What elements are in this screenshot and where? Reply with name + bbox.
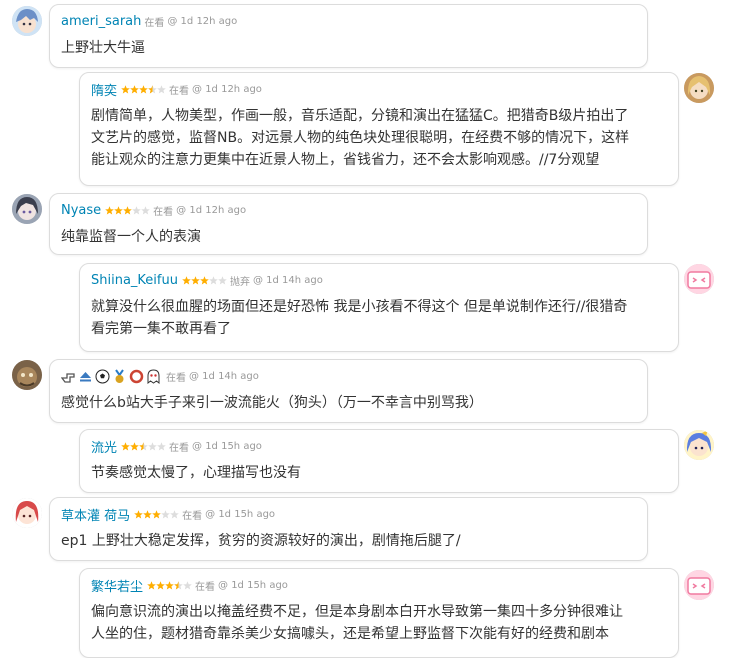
comment-text: 偏向意识流的演出以掩盖经费不足，但是本身剧本白开水导致第一集四十多分钟很难让 人坐…	[91, 601, 623, 645]
ghost-icon	[146, 368, 161, 384]
avatar[interactable]	[12, 194, 42, 224]
avatar[interactable]	[684, 430, 714, 460]
medal-icon	[112, 368, 127, 384]
timestamp: @ 1d 15h ago	[205, 508, 276, 520]
comment-bubble: 隋奕 在看 @ 1d 12h ago 剧情简单，人物美型，作画一般，音乐适配，分镜和演…	[79, 72, 679, 186]
comment-header: 流光 在看 @ 1d 15h ago	[91, 437, 262, 456]
timestamp: @ 1d 12h ago	[176, 204, 247, 216]
comment-bubble: 草本灌 荷马 在看 @ 1d 15h ago ep1 上野壮大稳定发挥，贫穷的资源较好…	[49, 497, 648, 561]
avatar[interactable]	[12, 498, 42, 528]
comment-text: 就算没什么很血腥的场面但还是好恐怖 我是小孩看不得这个 但是单说制作还行//很猎…	[91, 296, 627, 340]
username-link[interactable]: ameri_sarah	[61, 14, 141, 29]
eject-icon	[78, 369, 93, 384]
hand-pointing-icon	[60, 369, 76, 384]
watch-status: 抛弃	[229, 276, 250, 288]
ring-icon	[129, 369, 144, 384]
comment-header: 草本灌 荷马 在看 @ 1d 15h ago	[61, 505, 276, 524]
soccer-ball-icon	[95, 369, 110, 384]
username-link[interactable]: Shiina_Keifuu	[91, 273, 178, 288]
watch-status: 在看	[153, 206, 174, 218]
watch-status: 在看	[169, 442, 190, 454]
comment-header: 在看 @ 1d 14h ago	[60, 367, 259, 385]
username-link[interactable]: 草本灌 荷马	[61, 505, 130, 524]
username-link[interactable]: 流光	[91, 437, 117, 456]
avatar[interactable]	[12, 6, 42, 36]
comment-text-line: 偏向意识流的演出以掩盖经费不足，但是本身剧本白开水导致第一集四十多分钟很难让	[91, 604, 623, 620]
timestamp: @ 1d 12h ago	[167, 15, 238, 27]
watch-status: 在看	[182, 510, 203, 522]
comment-text-line: ep1 上野壮大稳定发挥，贫穷的资源较好的演出，剧情拖后腿了/	[61, 533, 461, 549]
comment-text: 感觉什么b站大手子来引一波流能火（狗头）（万一不幸言中别骂我）	[61, 392, 483, 414]
star-rating	[121, 441, 166, 451]
star-rating	[147, 580, 192, 590]
timestamp: @ 1d 14h ago	[252, 274, 323, 286]
comment-text-line: 能让观众的注意力更集中在近景人物上，省钱省力，还不会太影响观感。//7分观望	[91, 152, 600, 168]
star-rating	[134, 509, 179, 519]
comment-bubble: 流光 在看 @ 1d 15h ago 节奏感觉太慢了，心理描写也没有	[79, 429, 679, 493]
username-link[interactable]: Nyase	[61, 203, 101, 218]
avatar[interactable]	[12, 360, 42, 390]
comment-text: 纯靠监督一个人的表演	[61, 226, 201, 248]
star-rating	[182, 275, 227, 285]
comment-bubble: Nyase 在看 @ 1d 12h ago 纯靠监督一个人的表演	[49, 193, 648, 255]
comment-text-line: 节奏感觉太慢了，心理描写也没有	[91, 465, 301, 481]
comment-bubble: Shiina_Keifuu 抛弃 @ 1d 14h ago 就算没什么很血腥的场面但还…	[79, 263, 679, 352]
timestamp: @ 1d 12h ago	[192, 83, 262, 95]
comment-header: Shiina_Keifuu 抛弃 @ 1d 14h ago	[91, 271, 323, 289]
comment-text: 节奏感觉太慢了，心理描写也没有	[91, 462, 301, 484]
comment-text-line: 上野壮大牛逼	[61, 40, 145, 56]
avatar[interactable]	[684, 264, 714, 294]
watch-status: 在看	[144, 17, 165, 29]
comment-text-line: 看完第一集不敢再看了	[91, 321, 231, 337]
comment-bubble: 繁华若尘 在看 @ 1d 15h ago 偏向意识流的演出以掩盖经费不足，但是本身剧本…	[79, 568, 679, 658]
comment-text: ep1 上野壮大稳定发挥，贫穷的资源较好的演出，剧情拖后腿了/	[61, 530, 461, 552]
star-rating	[121, 84, 166, 94]
comment-text: 上野壮大牛逼	[61, 37, 145, 59]
comment-text-line: 感觉什么b站大手子来引一波流能火（狗头）（万一不幸言中别骂我）	[61, 395, 483, 411]
avatar[interactable]	[684, 73, 714, 103]
watch-status: 在看	[169, 85, 190, 97]
comment-bubble: 在看 @ 1d 14h ago 感觉什么b站大手子来引一波流能火（狗头）（万一不幸言…	[49, 359, 648, 423]
watch-status: 在看	[195, 581, 216, 593]
username-emoji-icons[interactable]	[60, 368, 163, 384]
comment-header: 隋奕 在看 @ 1d 12h ago	[91, 80, 262, 99]
comment-text: 剧情简单，人物美型，作画一般，音乐适配，分镜和演出在猛猛C。把猎奇B级片拍出了文…	[91, 105, 629, 171]
comment-bubble: ameri_sarah 在看 @ 1d 12h ago 上野壮大牛逼	[49, 4, 648, 68]
watch-status: 在看	[166, 372, 186, 384]
comment-text-line: 文艺片的感觉，监督NB。对远景人物的纯色块处理很聪明，在经费不够的情况下，这样	[91, 130, 630, 146]
comment-header: Nyase 在看 @ 1d 12h ago	[61, 201, 246, 219]
comment-text-line: 就算没什么很血腥的场面但还是好恐怖 我是小孩看不得这个 但是单说制作还行//很猎…	[91, 299, 628, 315]
timestamp: @ 1d 14h ago	[189, 370, 259, 382]
comment-text-line: 剧情简单，人物美型，作画一般，音乐适配，分镜和演出在猛猛C。把猎奇B级片拍出了	[91, 108, 629, 124]
username-link[interactable]: 繁华若尘	[91, 576, 143, 595]
avatar[interactable]	[684, 570, 714, 600]
comment-header: ameri_sarah 在看 @ 1d 12h ago	[61, 12, 237, 30]
comment-text-line: 人坐的住，题材猎奇靠杀美少女搞噱头，还是希望上野监督下次能有好的经费和剧本	[91, 626, 609, 642]
timestamp: @ 1d 15h ago	[192, 440, 262, 452]
username-link[interactable]: 隋奕	[91, 80, 117, 99]
star-rating	[105, 205, 150, 215]
comment-text-line: 纯靠监督一个人的表演	[61, 229, 201, 245]
comment-header: 繁华若尘 在看 @ 1d 15h ago	[91, 576, 288, 595]
timestamp: @ 1d 15h ago	[218, 579, 288, 591]
